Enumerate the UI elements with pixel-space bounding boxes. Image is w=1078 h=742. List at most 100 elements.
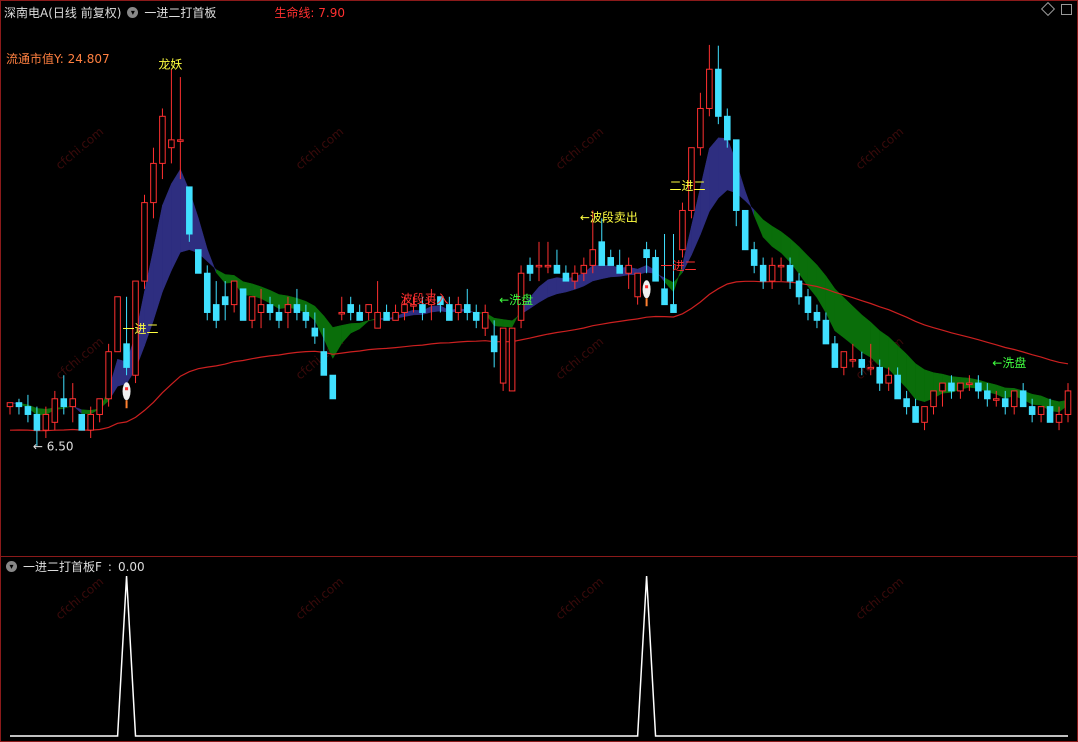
- candle[interactable]: [383, 304, 390, 321]
- candle[interactable]: [795, 273, 803, 305]
- candle-body: [114, 296, 121, 353]
- candle[interactable]: [248, 296, 256, 329]
- candle[interactable]: [526, 257, 534, 282]
- candle[interactable]: [975, 375, 982, 399]
- candle[interactable]: [966, 375, 973, 391]
- candle[interactable]: [804, 288, 812, 321]
- candle[interactable]: [1019, 383, 1027, 408]
- ribbon-segment: [431, 305, 441, 313]
- candle[interactable]: [840, 351, 848, 376]
- watermark-text: cfchi.com: [853, 574, 906, 622]
- candle[interactable]: [499, 327, 507, 391]
- candle[interactable]: [159, 108, 166, 180]
- candle[interactable]: [472, 304, 480, 329]
- candle-body: [1055, 413, 1063, 423]
- candle[interactable]: [69, 383, 77, 423]
- candle[interactable]: [356, 304, 363, 321]
- candle[interactable]: [634, 272, 641, 305]
- ribbon-segment: [547, 277, 558, 298]
- candle[interactable]: [508, 327, 516, 392]
- candle[interactable]: [347, 296, 354, 321]
- candle[interactable]: [544, 241, 552, 274]
- candle[interactable]: [1037, 406, 1045, 423]
- candle[interactable]: [168, 69, 175, 164]
- candle[interactable]: [374, 281, 381, 329]
- candle[interactable]: [455, 296, 462, 321]
- candle[interactable]: [239, 288, 247, 321]
- candle[interactable]: [150, 147, 157, 219]
- candle[interactable]: [921, 406, 928, 431]
- candle[interactable]: [463, 288, 471, 321]
- candle[interactable]: [652, 249, 659, 282]
- candle[interactable]: [957, 382, 964, 399]
- candle[interactable]: [365, 304, 372, 321]
- candle[interactable]: [51, 390, 59, 431]
- candle[interactable]: [293, 288, 301, 321]
- candle-body: [455, 304, 462, 313]
- candle[interactable]: [24, 394, 32, 423]
- candle[interactable]: [114, 296, 121, 353]
- ribbon-segment: [718, 137, 728, 199]
- candle-body: [643, 249, 650, 259]
- candle[interactable]: [141, 194, 148, 289]
- candle[interactable]: [177, 77, 184, 180]
- candle[interactable]: [930, 390, 937, 415]
- ribbon-segment: [601, 265, 611, 280]
- candle-body: [867, 366, 875, 370]
- candle-body: [930, 390, 937, 408]
- candle[interactable]: [105, 343, 112, 407]
- candle[interactable]: [15, 398, 23, 415]
- candle[interactable]: [625, 257, 632, 289]
- candle-body: [338, 311, 346, 315]
- candle[interactable]: [813, 304, 821, 329]
- candle[interactable]: [481, 304, 489, 336]
- candle-body: [177, 139, 184, 142]
- candle[interactable]: [212, 281, 220, 329]
- candle[interactable]: [759, 257, 767, 289]
- candle-body: [33, 413, 41, 431]
- candle[interactable]: [1064, 383, 1072, 423]
- candle[interactable]: [679, 202, 686, 258]
- candle[interactable]: [903, 390, 910, 415]
- candle[interactable]: [338, 296, 346, 321]
- candle[interactable]: [195, 249, 202, 274]
- candle[interactable]: [750, 241, 758, 274]
- candle[interactable]: [123, 296, 130, 376]
- candle[interactable]: [78, 413, 86, 431]
- candle[interactable]: [616, 249, 623, 274]
- watermark-text: cfchi.com: [553, 334, 606, 382]
- candle-body: [553, 264, 561, 274]
- candlestick-chart[interactable]: cfchi.com cfchi.com cfchi.com cfchi.com cfch…: [0, 0, 1078, 742]
- candle[interactable]: [939, 382, 946, 407]
- candle[interactable]: [1010, 390, 1018, 415]
- candle[interactable]: [670, 234, 677, 313]
- candle[interactable]: [535, 241, 543, 282]
- candle[interactable]: [203, 265, 211, 321]
- candle[interactable]: [490, 320, 498, 368]
- candle[interactable]: [96, 398, 103, 423]
- candle[interactable]: [186, 186, 193, 242]
- ribbon-segment: [493, 317, 504, 327]
- candle[interactable]: [392, 304, 399, 321]
- candle[interactable]: [706, 44, 713, 117]
- candle[interactable]: [553, 249, 561, 274]
- candle-body: [419, 304, 426, 313]
- candle[interactable]: [768, 257, 776, 289]
- candle[interactable]: [777, 257, 785, 282]
- candle-body: [984, 390, 991, 400]
- candle[interactable]: [831, 336, 839, 368]
- candle[interactable]: [732, 139, 740, 227]
- candle[interactable]: [6, 402, 14, 415]
- candle[interactable]: [741, 209, 749, 251]
- candle-body: [750, 249, 758, 266]
- candle[interactable]: [562, 265, 570, 282]
- candle[interactable]: [912, 398, 919, 423]
- candle[interactable]: [607, 249, 615, 266]
- candle[interactable]: [849, 343, 857, 368]
- candle[interactable]: [715, 45, 722, 125]
- candle[interactable]: [697, 92, 704, 156]
- candle[interactable]: [230, 280, 238, 313]
- candle[interactable]: [598, 218, 606, 266]
- candle[interactable]: [221, 281, 229, 321]
- candle[interactable]: [329, 374, 337, 400]
